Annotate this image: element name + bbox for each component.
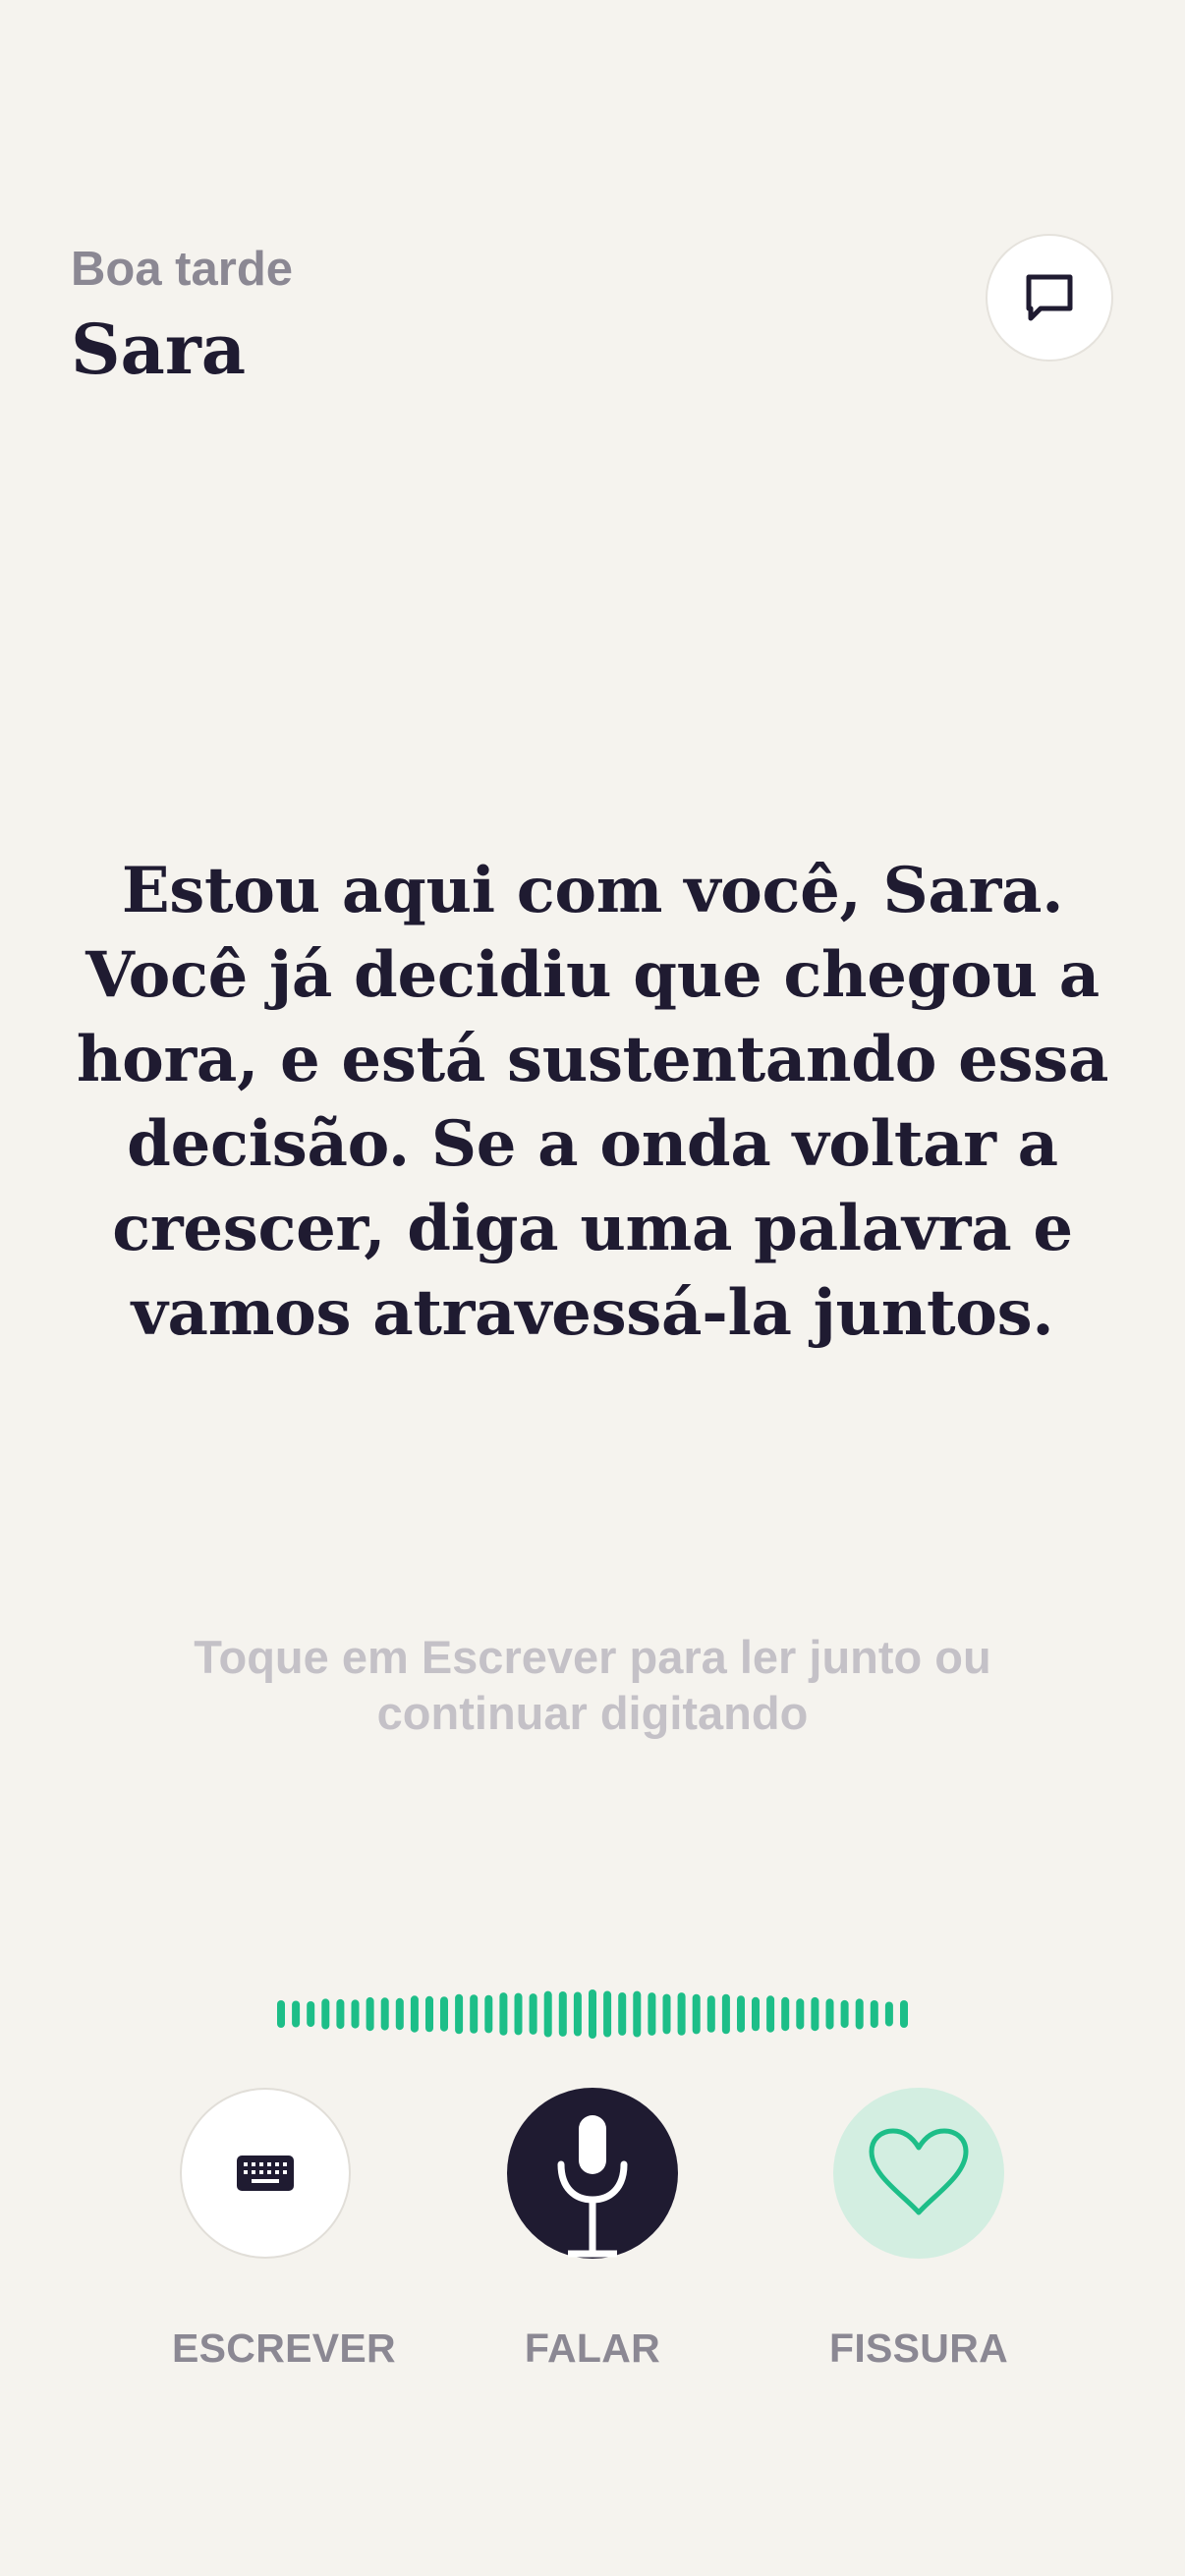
- waveform-bar: [811, 1996, 819, 2032]
- greeting-header: Boa tarde Sara: [71, 246, 759, 384]
- waveform-bar: [900, 2000, 908, 2028]
- support-message: Estou aqui com você, Sara. Você já decid…: [53, 849, 1132, 1356]
- waveform-bar: [321, 1998, 330, 2030]
- waveform-bar: [543, 1990, 552, 2038]
- waveform-bar: [558, 1991, 567, 2037]
- waveform-bar: [752, 1996, 760, 2032]
- waveform-bar: [618, 1992, 627, 2036]
- speak-button[interactable]: [507, 2088, 678, 2259]
- waveform-bar: [499, 1992, 508, 2036]
- waveform-bar: [840, 1999, 849, 2029]
- waveform-bar: [380, 1997, 389, 2031]
- chat-bubble-icon: [1026, 274, 1073, 321]
- waveform-bar: [366, 1996, 374, 2032]
- waveform-bar: [410, 1995, 419, 2033]
- microphone-icon: [557, 2115, 628, 2258]
- hint-line: Toque em Escrever para ler junto ou: [194, 1631, 991, 1683]
- craving-action[interactable]: FISSURA: [825, 2088, 1012, 2372]
- write-button[interactable]: [180, 2088, 351, 2259]
- message-line: decisão. Se a onda voltar a: [127, 1107, 1058, 1181]
- waveform-bar: [692, 1993, 701, 2035]
- chat-button[interactable]: [986, 234, 1113, 362]
- user-name: Sara: [71, 308, 247, 390]
- waveform-bar: [425, 1995, 433, 2033]
- waveform-bar: [307, 2001, 315, 2028]
- waveform-bar: [648, 1992, 656, 2036]
- waveform-bar: [277, 2000, 285, 2028]
- waveform-bar: [721, 1993, 730, 2035]
- waveform-bar: [292, 2000, 301, 2028]
- waveform-bar: [589, 1989, 596, 2039]
- message-line: crescer, diga uma palavra e: [112, 1192, 1073, 1265]
- message-line: Estou aqui com você, Sara.: [121, 854, 1064, 927]
- writing-hint: Toque em Escrever para ler junto ou cont…: [128, 1629, 1057, 1741]
- waveform-bar: [677, 1992, 686, 2036]
- waveform-bar: [440, 1996, 448, 2032]
- waveform-bar: [633, 1990, 642, 2038]
- waveform-bar: [395, 1997, 404, 2031]
- waveform-bar: [603, 1990, 612, 2038]
- waveform-bar: [855, 1998, 864, 2030]
- waveform-bar: [573, 1991, 582, 2037]
- waveform-bar: [351, 1999, 360, 2029]
- greeting-text: Boa tarde: [71, 243, 294, 296]
- waveform-bar: [514, 1992, 523, 2036]
- keyboard-icon: [237, 2156, 294, 2191]
- craving-label: FISSURA: [828, 2325, 1009, 2371]
- waveform-bar: [484, 1994, 493, 2034]
- voice-waveform: [277, 1989, 908, 2039]
- craving-button[interactable]: [833, 2088, 1004, 2259]
- speak-label: FALAR: [524, 2325, 661, 2371]
- waveform-bar: [884, 2001, 893, 2027]
- waveform-bar: [737, 1995, 745, 2033]
- heart-icon: [869, 2128, 969, 2215]
- message-line: hora, e está sustentando essa: [76, 1023, 1109, 1096]
- waveform-bar: [470, 1994, 479, 2034]
- waveform-bar: [781, 1996, 790, 2032]
- waveform-bar: [766, 1995, 775, 2033]
- waveform-bar: [529, 1993, 537, 2035]
- waveform-bar: [796, 1998, 805, 2030]
- waveform-bar: [455, 1993, 464, 2035]
- speak-action[interactable]: FALAR: [499, 2088, 686, 2372]
- waveform-bar: [870, 2000, 878, 2029]
- write-label: ESCREVER: [172, 2325, 396, 2371]
- hint-line: continuar digitando: [376, 1687, 809, 1739]
- waveform-bar: [706, 1995, 715, 2033]
- waveform-bar: [336, 1998, 345, 2030]
- waveform-bar: [825, 1998, 834, 2030]
- message-line: Você já decidiu que chegou a: [85, 938, 1100, 1012]
- waveform-bar: [662, 1993, 671, 2035]
- message-line: vamos atravessá-la juntos.: [131, 1276, 1054, 1350]
- write-action[interactable]: ESCREVER: [172, 2088, 396, 2372]
